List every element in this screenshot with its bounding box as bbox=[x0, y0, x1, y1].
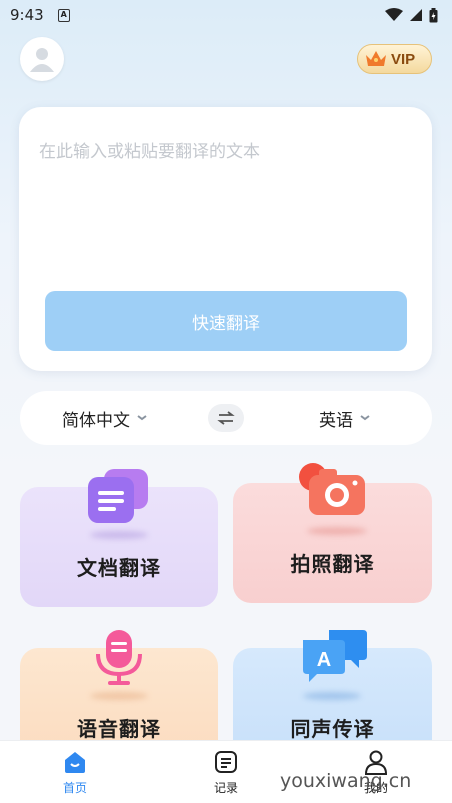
source-language-label: 简体中文 bbox=[62, 410, 130, 431]
battery-icon bbox=[429, 7, 438, 22]
swap-icon bbox=[217, 411, 235, 425]
avatar[interactable] bbox=[20, 37, 64, 81]
vip-label: VIP bbox=[391, 50, 416, 68]
nav-item-records[interactable]: 记录 bbox=[196, 741, 256, 803]
signal-icon bbox=[410, 9, 422, 21]
feature-label: 文档翻译 bbox=[77, 556, 161, 580]
source-language-select[interactable]: 简体中文 bbox=[62, 391, 148, 445]
source-text-input[interactable] bbox=[39, 137, 409, 257]
icon-shadow bbox=[307, 527, 367, 535]
document-icon bbox=[88, 469, 148, 523]
home-icon bbox=[65, 752, 85, 773]
camera-icon bbox=[299, 463, 365, 515]
vip-badge[interactable]: VIP bbox=[357, 44, 432, 74]
svg-text:A: A bbox=[317, 649, 331, 671]
feature-label: 同声传译 bbox=[290, 717, 375, 741]
nav-item-home[interactable]: 首页 bbox=[45, 741, 105, 803]
crown-icon bbox=[366, 51, 386, 66]
user-avatar-icon bbox=[30, 48, 54, 72]
chat-bubble-icon: A bbox=[303, 630, 367, 682]
nav-label-home: 首页 bbox=[62, 781, 87, 795]
icon-shadow bbox=[90, 531, 148, 539]
icon-shadow bbox=[303, 692, 361, 700]
status-time: 9:43 bbox=[10, 6, 44, 24]
accessibility-app-icon: A bbox=[57, 8, 70, 22]
document-translate-card[interactable]: 文档翻译 bbox=[20, 469, 218, 607]
status-bar: 9:43 A bbox=[0, 0, 452, 30]
target-language-label: 英语 bbox=[319, 410, 353, 431]
chevron-down-icon bbox=[137, 415, 147, 421]
icon-shadow bbox=[90, 692, 148, 700]
record-icon bbox=[215, 751, 237, 773]
chevron-down-icon bbox=[360, 415, 370, 421]
feature-label: 拍照翻译 bbox=[290, 552, 375, 576]
language-selector-bar: 简体中文 英语 bbox=[20, 391, 432, 445]
nav-label-records: 记录 bbox=[213, 781, 238, 795]
watermark: youxiwang.cn bbox=[280, 770, 412, 792]
wifi-icon bbox=[385, 8, 403, 21]
target-language-select[interactable]: 英语 bbox=[319, 391, 371, 445]
feature-label: 语音翻译 bbox=[77, 717, 161, 741]
translation-input-card: 快速翻译 bbox=[19, 107, 432, 371]
swap-languages-button[interactable] bbox=[208, 404, 244, 432]
microphone-icon bbox=[96, 630, 142, 685]
quick-translate-button[interactable]: 快速翻译 bbox=[45, 291, 407, 351]
photo-translate-card[interactable]: 拍照翻译 bbox=[233, 463, 432, 603]
